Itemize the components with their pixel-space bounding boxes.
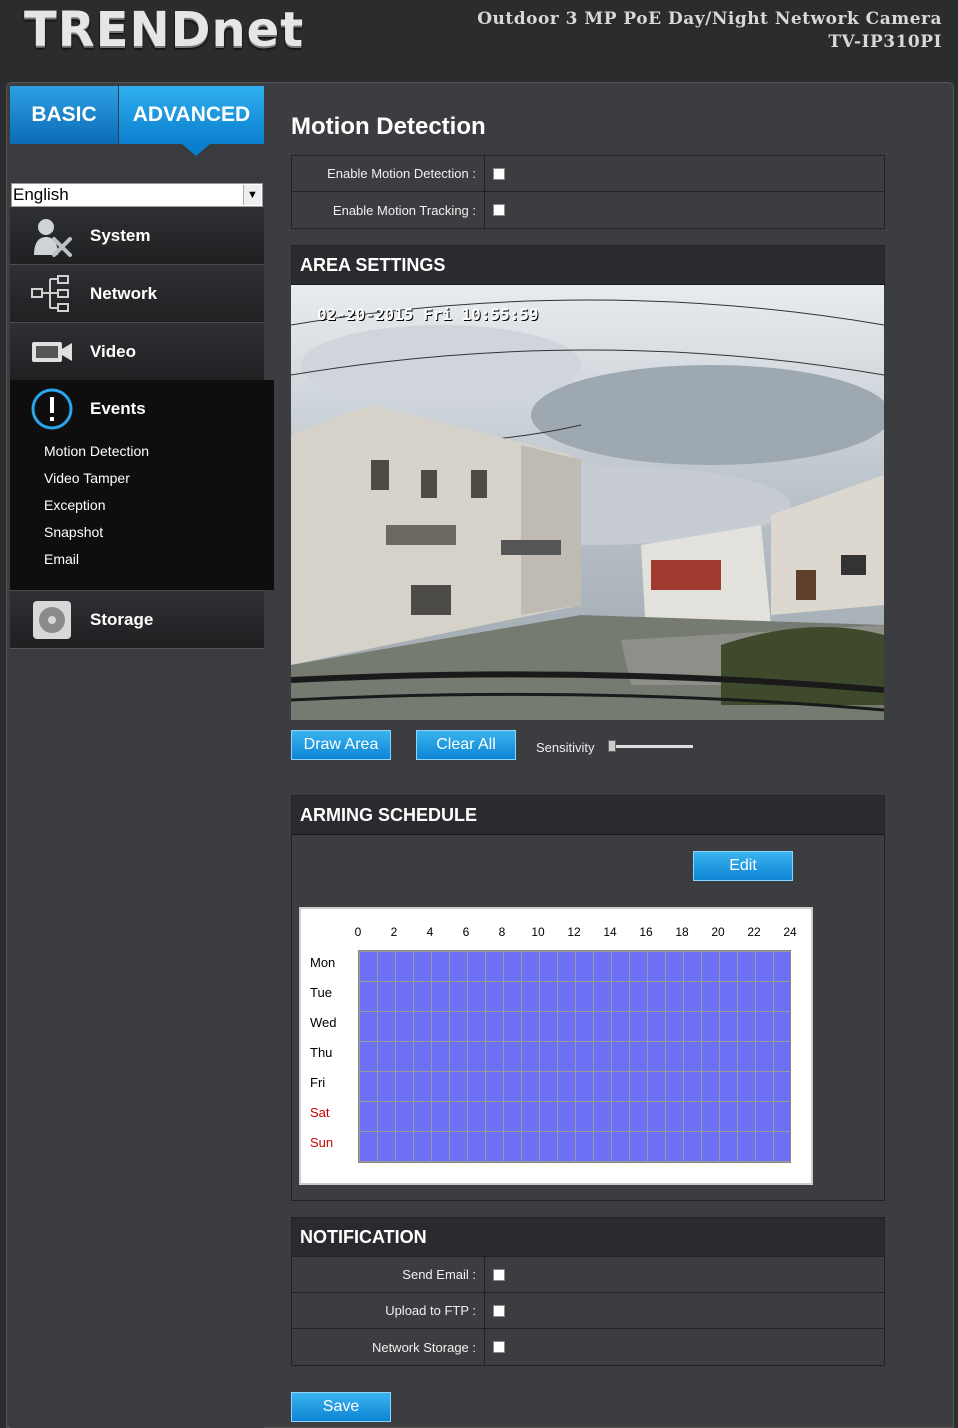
sub-nav-email[interactable]: Email <box>44 551 79 567</box>
send-email-row: Send Email : <box>292 1257 884 1293</box>
send-email-checkbox[interactable] <box>493 1268 505 1281</box>
nav-events-expanded: Events Motion Detection Video Tamper Exc… <box>10 380 274 590</box>
nav-network[interactable]: Network <box>10 264 264 322</box>
upload-ftp-label: Upload to FTP : <box>292 1293 485 1328</box>
trendnet-logo: TRENDnet <box>24 2 305 58</box>
nav-network-label: Network <box>90 283 158 303</box>
send-email-label: Send Email : <box>292 1257 485 1292</box>
upload-ftp-row: Upload to FTP : <box>292 1293 884 1329</box>
tab-advanced[interactable]: ADVANCED <box>119 86 264 144</box>
nav-storage-label: Storage <box>90 609 154 629</box>
active-tab-indicator <box>182 144 210 156</box>
day-label: Thu <box>310 1045 333 1060</box>
system-icon <box>24 214 80 258</box>
sub-nav-video-tamper[interactable]: Video Tamper <box>44 470 130 486</box>
enable-tracking-row: Enable Motion Tracking : <box>292 192 884 228</box>
day-label: Sat <box>310 1105 330 1120</box>
arming-schedule-title: ARMING SCHEDULE <box>292 796 884 835</box>
notification-title: NOTIFICATION <box>292 1218 884 1257</box>
nav-video[interactable]: Video <box>10 322 264 380</box>
product-model: TV-IP310PI <box>828 32 942 52</box>
language-value: English <box>13 185 69 204</box>
camera-scene-image <box>291 285 884 720</box>
hour-label: 12 <box>567 925 581 939</box>
upload-ftp-checkbox[interactable] <box>493 1304 505 1317</box>
schedule-grid[interactable] <box>358 950 791 1163</box>
network-storage-label: Network Storage : <box>292 1329 485 1365</box>
nav-events[interactable]: Events <box>10 380 274 438</box>
sensitivity-slider-track[interactable] <box>611 745 693 748</box>
notification-table: Send Email : Upload to FTP : Network Sto… <box>291 1256 885 1366</box>
sub-nav-motion-detection[interactable]: Motion Detection <box>44 443 149 459</box>
hour-label: 2 <box>390 925 398 939</box>
day-label: Mon <box>310 955 336 970</box>
hour-label: 0 <box>354 925 362 939</box>
sensitivity-label: Sensitivity <box>536 740 595 755</box>
product-title: Outdoor 3 MP PoE Day/Night Network Camer… <box>477 8 942 54</box>
product-name: Outdoor 3 MP PoE Day/Night Network Camer… <box>477 9 942 29</box>
active-nav-pointer <box>264 380 274 452</box>
network-storage-row: Network Storage : <box>292 1329 884 1365</box>
day-label: Sun <box>310 1135 334 1150</box>
chevron-down-icon[interactable]: ▼ <box>243 185 261 205</box>
schedule-grid-panel: 0 2 4 6 8 10 12 14 16 18 20 22 24 Mon Tue Wed Thu Fri Sat… <box>299 907 813 1185</box>
hour-label: 24 <box>783 925 797 939</box>
nav-storage[interactable]: Storage <box>10 590 264 648</box>
camera-live-view[interactable]: 02-20-2015 Fri 10:55:59 <box>291 285 884 720</box>
sidebar-divider <box>10 648 264 649</box>
draw-area-button[interactable]: Draw Area <box>291 730 391 760</box>
hour-label: 18 <box>675 925 689 939</box>
hour-label: 22 <box>747 925 761 939</box>
hour-label: 20 <box>711 925 725 939</box>
nav-video-label: Video <box>90 341 136 361</box>
sub-nav-snapshot[interactable]: Snapshot <box>44 524 103 540</box>
area-settings-section: AREA SETTINGS <box>291 245 885 286</box>
enable-motion-row: Enable Motion Detection : <box>292 156 884 192</box>
hour-label: 6 <box>462 925 470 939</box>
enable-tracking-checkbox[interactable] <box>493 204 505 216</box>
storage-disk-icon <box>24 598 80 642</box>
mode-tabs: BASIC ADVANCED <box>10 86 264 144</box>
notification-section: NOTIFICATION <box>291 1217 885 1258</box>
day-label: Tue <box>310 985 332 1000</box>
day-label: Wed <box>310 1015 337 1030</box>
area-settings-title: AREA SETTINGS <box>292 246 884 285</box>
enable-tracking-label: Enable Motion Tracking : <box>292 192 485 228</box>
tab-basic[interactable]: BASIC <box>10 86 118 144</box>
enable-motion-checkbox[interactable] <box>493 167 505 180</box>
enable-motion-label: Enable Motion Detection : <box>292 156 485 191</box>
hour-label: 10 <box>531 925 545 939</box>
edit-schedule-button[interactable]: Edit <box>693 851 793 881</box>
sub-nav-exception[interactable]: Exception <box>44 497 105 513</box>
clear-all-button[interactable]: Clear All <box>416 730 516 760</box>
hour-label: 16 <box>639 925 653 939</box>
hour-label: 14 <box>603 925 617 939</box>
network-storage-checkbox[interactable] <box>493 1341 505 1353</box>
sensitivity-slider-thumb[interactable] <box>608 740 616 752</box>
hour-label: 4 <box>426 925 434 939</box>
video-camera-icon <box>24 330 80 374</box>
day-label: Fri <box>310 1075 326 1090</box>
network-icon <box>24 272 80 316</box>
save-button[interactable]: Save <box>291 1392 391 1422</box>
page-title: Motion Detection <box>291 113 486 140</box>
nav-system[interactable]: System <box>10 206 264 264</box>
camera-timestamp-overlay: 02-20-2015 Fri 10:55:59 <box>317 305 539 324</box>
sidebar: BASIC ADVANCED System Network Video Even… <box>10 86 274 1428</box>
motion-settings-table: Enable Motion Detection : Enable Motion … <box>291 155 885 229</box>
alert-icon <box>24 387 80 431</box>
hour-label: 8 <box>498 925 506 939</box>
language-select[interactable]: English ▼ <box>11 183 263 207</box>
nav-system-label: System <box>90 225 151 245</box>
nav-events-label: Events <box>90 399 146 418</box>
header: TRENDnet Outdoor 3 MP PoE Day/Night Netw… <box>0 0 958 80</box>
